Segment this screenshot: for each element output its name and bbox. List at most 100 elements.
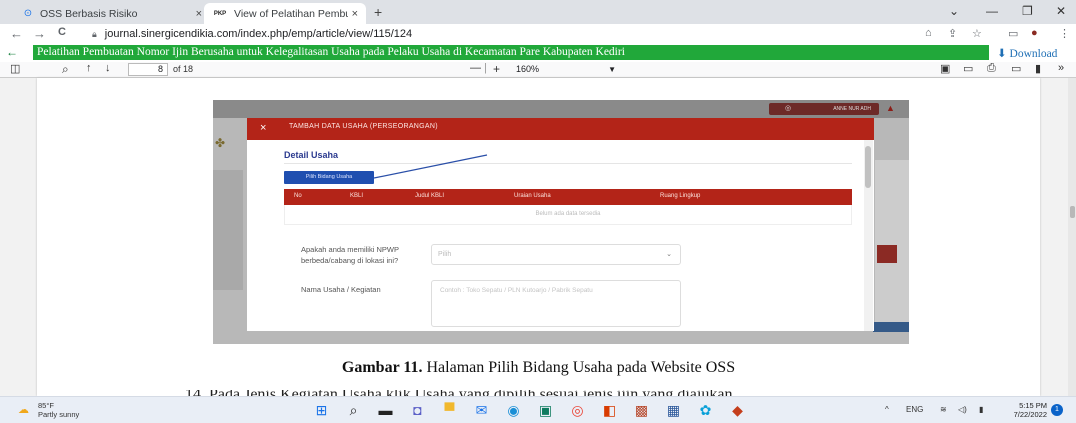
powerpoint-icon[interactable]: ◆ xyxy=(728,401,747,419)
column-header: No xyxy=(294,193,302,199)
zoom-out-button[interactable]: — xyxy=(470,62,481,74)
minimize-button[interactable]: — xyxy=(986,4,998,18)
pdf-viewer[interactable]: ANNE NUR ADH ◎ ▲ ✤ × TAMBAH DATA USAHA (… xyxy=(0,78,1076,398)
article-back-icon[interactable]: ← xyxy=(6,45,18,59)
tab-search-icon[interactable]: ⌄ xyxy=(949,4,959,18)
search-icon[interactable]: ⌕ xyxy=(344,401,363,419)
mail-icon[interactable]: ✉ xyxy=(472,401,491,419)
store-icon[interactable]: ▣ xyxy=(536,401,555,419)
table-empty-message: Belum ada data tersedia xyxy=(284,205,852,225)
zoom-select[interactable]: 160% ▼ xyxy=(510,63,620,76)
translate-icon[interactable]: ⌂ xyxy=(925,27,932,39)
sidebar-toggle-icon[interactable]: ◫ xyxy=(10,62,20,75)
download-link[interactable]: ⬇ Download xyxy=(997,46,1057,60)
clock[interactable]: 5:15 PM 7/22/2022 xyxy=(1007,401,1047,419)
add-business-modal: × TAMBAH DATA USAHA (PERSEORANGAN) Detai… xyxy=(247,118,874,331)
wifi-icon[interactable]: ≋ xyxy=(940,405,947,414)
search-icon[interactable]: ⌕ xyxy=(62,62,69,77)
windows-start-icon[interactable]: ⊞ xyxy=(312,401,331,419)
tray-overflow-icon[interactable]: ^ xyxy=(885,405,889,414)
taskbar-apps: ⊞ ⌕ ▬ ◘ ▀ ✉ ◉ ▣ ◎ ◧ ▩ ▦ ✿ ◆ xyxy=(312,401,747,419)
npwp-select: Pilih ⌄ xyxy=(431,244,681,265)
weather-temp: 85°F xyxy=(38,401,54,410)
taskbar: ☁ 85°F Partly sunny ⊞ ⌕ ▬ ◘ ▀ ✉ ◉ ▣ ◎ ◧ … xyxy=(0,396,1076,423)
embedded-screenshot: ANNE NUR ADH ◎ ▲ ✤ × TAMBAH DATA USAHA (… xyxy=(213,100,909,344)
viewer-scroll-thumb[interactable] xyxy=(1070,206,1075,218)
column-header: Ruang Lingkup xyxy=(660,193,701,199)
battery-icon[interactable]: ▮ xyxy=(979,405,983,414)
reload-button[interactable]: C xyxy=(58,26,66,38)
tab-article[interactable]: PKP View of Pelatihan Pembuatan No × xyxy=(204,3,366,24)
share-icon[interactable]: ⇪ xyxy=(948,27,957,40)
pkp-favicon-icon: PKP xyxy=(213,10,227,17)
address-bar: ← → C 🔒︎ journal.sinergicendikia.com/ind… xyxy=(0,24,1076,44)
chevron-down-icon: ⌄ xyxy=(666,251,672,258)
bookmark-star-icon[interactable]: ☆ xyxy=(972,27,982,40)
pdf-page: ANNE NUR ADH ◎ ▲ ✤ × TAMBAH DATA USAHA (… xyxy=(37,78,1040,398)
close-tab-icon[interactable]: × xyxy=(196,8,202,20)
tab-oss[interactable]: ⊙ OSS Berbasis Risiko × xyxy=(14,3,210,24)
article-title[interactable]: Pelatihan Pembuatan Nomor Ijin Berusaha … xyxy=(33,45,989,60)
photos-icon[interactable]: ▩ xyxy=(632,401,651,419)
tab-title: View of Pelatihan Pembuatan No xyxy=(234,7,348,20)
task-view-icon[interactable]: ▬ xyxy=(376,401,395,419)
close-window-button[interactable]: ✕ xyxy=(1056,4,1066,18)
page-total: of 18 xyxy=(173,64,194,74)
globe-icon: ⊙ xyxy=(23,8,33,19)
more-tools-icon[interactable]: » xyxy=(1058,62,1064,74)
column-header: Judul KBLI xyxy=(415,193,445,199)
chevron-down-icon: ▼ xyxy=(608,65,616,74)
weather-condition: Partly sunny xyxy=(38,410,80,419)
article-bar: ← Pelatihan Pembuatan Nomor Ijin Berusah… xyxy=(0,44,1076,62)
garuda-logo-icon: ✤ xyxy=(215,136,226,150)
volume-icon[interactable]: ◁) xyxy=(958,405,967,414)
close-tab-icon[interactable]: × xyxy=(352,8,358,20)
next-page-icon[interactable]: ↓ xyxy=(105,62,111,74)
presentation-mode-icon[interactable]: ▣ xyxy=(940,62,950,75)
clock-date: 7/22/2022 xyxy=(1013,410,1047,419)
profile-avatar-icon[interactable]: ● xyxy=(1031,27,1038,39)
previous-page-icon[interactable]: ↑ xyxy=(86,62,92,74)
page-number-input[interactable]: 8 xyxy=(128,63,168,76)
language-indicator[interactable]: ENG xyxy=(906,405,923,414)
menu-kebab-icon[interactable]: ⋮ xyxy=(1059,27,1070,40)
forward-button[interactable]: → xyxy=(33,26,46,41)
embedded-right-red-block xyxy=(877,245,897,263)
url-field[interactable]: 🔒︎ journal.sinergicendikia.com/index.php… xyxy=(92,26,912,42)
npwp-question-line: Apakah anda memiliki NPWP xyxy=(301,245,399,254)
maximize-button[interactable]: ❐ xyxy=(1022,4,1033,18)
zoom-in-button[interactable]: + xyxy=(493,62,500,76)
caption-text: Halaman Pilih Bidang Usaha pada Website … xyxy=(422,359,736,376)
viewer-scrollbar[interactable] xyxy=(1068,78,1076,396)
save-icon[interactable]: ▭ xyxy=(1011,62,1021,75)
word-icon[interactable]: ▦ xyxy=(664,401,683,419)
edge-browser-icon[interactable]: ◉ xyxy=(504,401,523,419)
business-name-label: Nama Usaha / Kegiatan xyxy=(301,285,381,294)
chrome-icon[interactable]: ◎ xyxy=(568,401,587,419)
partly-sunny-icon: ☁ xyxy=(18,404,29,416)
bookmark-icon[interactable]: ▮ xyxy=(1035,62,1041,75)
npwp-question-line: berbeda/cabang di lokasi ini? xyxy=(301,256,399,265)
tab-title: OSS Berbasis Risiko xyxy=(40,7,138,20)
print-icon[interactable]: ⎙ xyxy=(987,62,996,75)
column-header: Uraian Usaha xyxy=(514,193,551,199)
notification-badge[interactable]: 1 xyxy=(1051,404,1063,416)
url-text: journal.sinergicendikia.com/index.php/em… xyxy=(104,28,413,40)
lock-icon: 🔒︎ xyxy=(92,28,97,39)
app-icon[interactable]: ✿ xyxy=(696,401,715,419)
zoom-value: 160% xyxy=(516,64,540,74)
side-panel-icon[interactable]: ▭ xyxy=(1008,27,1018,40)
office-icon[interactable]: ◧ xyxy=(600,401,619,419)
figure-caption: Gambar 11. Halaman Pilih Bidang Usaha pa… xyxy=(37,359,1040,377)
open-file-icon[interactable]: ▭ xyxy=(963,62,973,75)
chat-icon[interactable]: ◘ xyxy=(408,401,427,419)
pdf-toolbar: ◫ ⌕ ↑ ↓ 8 of 18 — | + 160% ▼ ▣ ▭ ⎙ ▭ ▮ » xyxy=(0,62,1076,78)
embedded-left-panel xyxy=(213,170,243,290)
business-name-textarea: Contoh : Toko Sepatu / PLN Kutoarjo / Pa… xyxy=(431,280,681,327)
back-button[interactable]: ← xyxy=(10,26,23,41)
column-header: KBLI xyxy=(350,193,364,199)
tab-strip: ⊙ OSS Berbasis Risiko × PKP View of Pela… xyxy=(0,0,1076,24)
new-tab-button[interactable]: + xyxy=(374,4,382,20)
file-explorer-icon[interactable]: ▀ xyxy=(440,401,459,419)
weather-widget[interactable]: ☁ 85°F Partly sunny xyxy=(18,401,79,419)
